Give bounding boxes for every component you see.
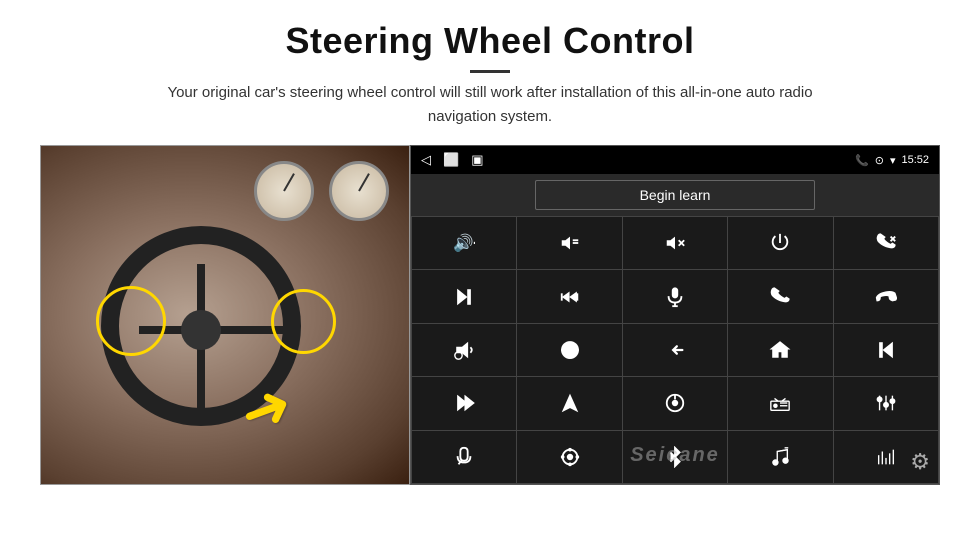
subtitle-text: Your original car's steering wheel contr… — [140, 81, 840, 129]
android-panel-wrapper: ◁ ⬜ ▣ 📞 ⊙ ▾ 15:52 Begin learn — [410, 145, 940, 485]
call-button[interactable] — [728, 270, 832, 322]
steering-wheel-center — [181, 310, 221, 350]
begin-learn-button[interactable]: Begin learn — [535, 180, 815, 210]
statusbar-nav-icons: ◁ ⬜ ▣ — [421, 152, 483, 168]
phone-status-icon: 📞 — [855, 154, 869, 167]
power-button[interactable] — [728, 217, 832, 269]
home-nav-icon[interactable]: ⬜ — [443, 152, 459, 168]
hang-up-button[interactable] — [834, 270, 938, 322]
recents-nav-icon[interactable]: ▣ — [471, 152, 483, 168]
gauge-right — [329, 161, 389, 221]
svg-text:360°: 360° — [566, 350, 576, 355]
bluetooth-button[interactable] — [623, 431, 727, 483]
mic-button[interactable] — [623, 270, 727, 322]
mute-button[interactable] — [623, 217, 727, 269]
highlight-circle-left — [96, 286, 166, 356]
equalizer-button[interactable] — [834, 377, 938, 429]
content-row: ➜ ◁ ⬜ ▣ 📞 ⊙ ▾ 15:52 — [40, 145, 940, 485]
statusbar-system-icons: 📞 ⊙ ▾ 15:52 — [855, 154, 929, 167]
radio-button[interactable] — [728, 377, 832, 429]
settings-gear-icon[interactable]: ⚙ — [910, 449, 930, 475]
car-image-section: ➜ — [40, 145, 410, 485]
back-nav-icon[interactable]: ◁ — [421, 152, 431, 168]
gauge-left — [254, 161, 314, 221]
settings2-button[interactable] — [517, 431, 621, 483]
mic2-button[interactable] — [412, 431, 516, 483]
fast-forward-button[interactable] — [517, 270, 621, 322]
android-panel: ◁ ⬜ ▣ 📞 ⊙ ▾ 15:52 Begin learn — [410, 145, 940, 485]
home-nav-button[interactable] — [728, 324, 832, 376]
rewind-button[interactable] — [834, 324, 938, 376]
begin-learn-row: Begin learn — [411, 174, 939, 216]
vol-up-button[interactable]: 🔊+ — [412, 217, 516, 269]
title-section: Steering Wheel Control Your original car… — [40, 20, 940, 129]
signal-status-icon: ▾ — [890, 154, 896, 167]
music-button[interactable] — [728, 431, 832, 483]
dashboard-gauges — [254, 161, 389, 221]
back-nav-button[interactable] — [623, 324, 727, 376]
clock-display: 15:52 — [901, 154, 929, 166]
skip-forward-button[interactable] — [412, 377, 516, 429]
location-status-icon: ⊙ — [875, 154, 884, 167]
vol-down-button[interactable] — [517, 217, 621, 269]
controls-grid: 🔊+ — [411, 216, 939, 484]
navigation-button[interactable] — [517, 377, 621, 429]
svg-text:🔊+: 🔊+ — [453, 233, 475, 254]
view-360-button[interactable]: 360° — [517, 324, 621, 376]
skip-next-button[interactable] — [412, 270, 516, 322]
title-divider — [470, 70, 510, 73]
highlight-circle-right — [271, 289, 336, 354]
source-eject-button[interactable] — [623, 377, 727, 429]
yellow-arrow-icon: ➜ — [231, 368, 302, 451]
android-statusbar: ◁ ⬜ ▣ 📞 ⊙ ▾ 15:52 — [411, 146, 939, 174]
phone-end-button[interactable] — [834, 217, 938, 269]
page-container: Steering Wheel Control Your original car… — [0, 0, 980, 495]
steering-background: ➜ — [41, 146, 409, 484]
page-title: Steering Wheel Control — [40, 20, 940, 62]
horn-alert-button[interactable] — [412, 324, 516, 376]
